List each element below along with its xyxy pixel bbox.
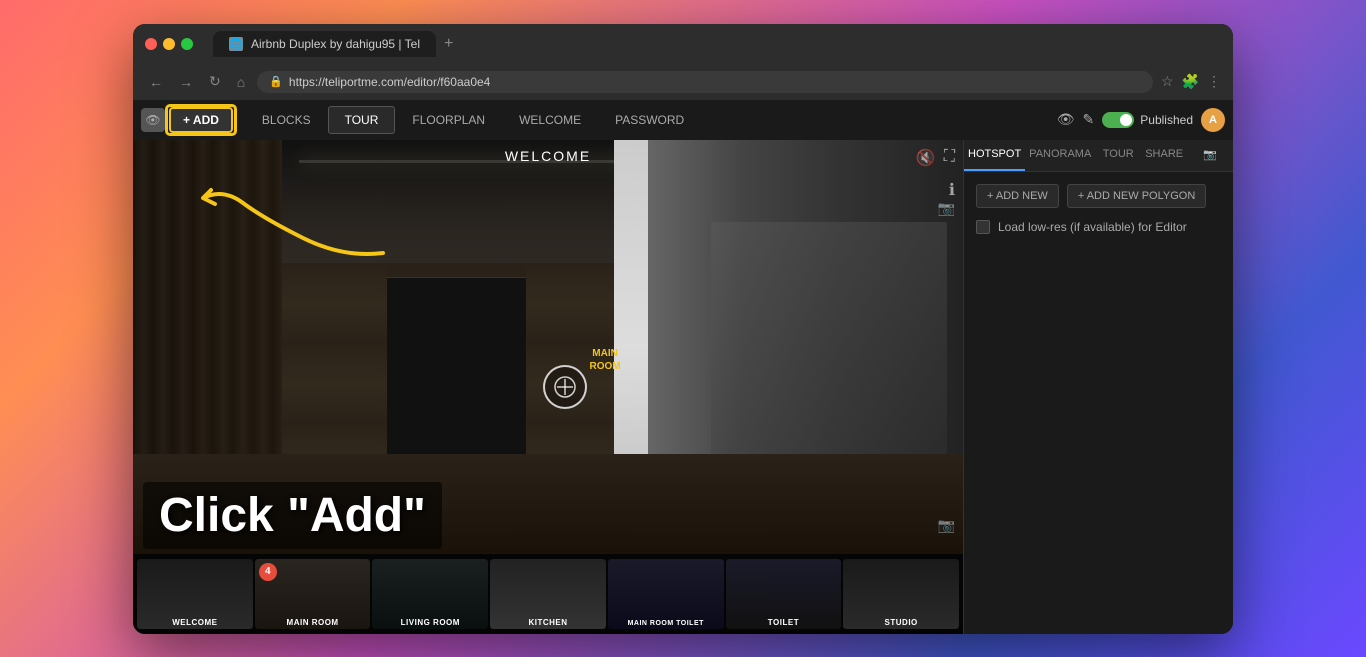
room-scene: WELCOME 🔇 ⛶ ℹ 📷 xyxy=(133,140,963,634)
sp-tab-camera[interactable]: 📷 xyxy=(1187,140,1233,171)
thumb-main-room[interactable]: 4 MAIN ROOM xyxy=(255,559,371,629)
thumb-kitchen[interactable]: KITCHEN xyxy=(490,559,606,629)
thumb-welcome-label: WELCOME xyxy=(137,618,253,627)
thumb-toilet-label: TOILET xyxy=(726,618,842,627)
url-text: https://teliportme.com/editor/f60aa0e4 xyxy=(289,75,490,89)
tab-bar: 🌐 Airbnb Duplex by dahigu95 | Tel + xyxy=(213,31,1221,57)
published-label: Published xyxy=(1140,113,1193,127)
published-toggle[interactable]: Published xyxy=(1102,112,1193,128)
right-toolbar: 👁 ✎ Published A xyxy=(1057,108,1225,132)
nav-tabs: BLOCKS TOUR FLOORPLAN WELCOME PASSWORD xyxy=(245,106,1053,134)
url-bar[interactable]: 🔒 https://teliportme.com/editor/f60aa0e4 xyxy=(257,71,1153,93)
menu-icon[interactable]: ⋮ xyxy=(1207,73,1221,90)
navigation-hotspot[interactable] xyxy=(543,365,587,409)
main-room-text: MAINROOM xyxy=(590,348,621,372)
home-button[interactable]: ⌂ xyxy=(233,72,249,92)
traffic-lights xyxy=(145,38,193,50)
add-button-wrapper: + ADD xyxy=(169,107,233,133)
logo-icon: 👁 xyxy=(145,113,160,127)
app-logo: 👁 xyxy=(141,108,165,132)
sp-tab-tour[interactable]: TOUR xyxy=(1095,140,1141,171)
load-low-res-option: Load low-res (if available) for Editor xyxy=(976,220,1221,234)
view-icons: 🔇 ⛶ xyxy=(916,148,955,168)
maximize-button[interactable] xyxy=(181,38,193,50)
tab-title: Airbnb Duplex by dahigu95 | Tel xyxy=(251,37,420,51)
title-bar: 🌐 Airbnb Duplex by dahigu95 | Tel + xyxy=(133,24,1233,64)
browser-window: 🌐 Airbnb Duplex by dahigu95 | Tel + ← → … xyxy=(133,24,1233,634)
reload-button[interactable]: ↻ xyxy=(205,71,225,92)
toggle-switch[interactable] xyxy=(1102,112,1134,128)
eye-icon[interactable]: 👁 xyxy=(1057,111,1075,128)
tab-welcome[interactable]: WELCOME xyxy=(502,106,598,134)
thumb-badge: 4 xyxy=(259,563,277,581)
close-button[interactable] xyxy=(145,38,157,50)
tab-password[interactable]: PASSWORD xyxy=(598,106,701,134)
sp-actions: + ADD NEW + ADD NEW POLYGON xyxy=(976,184,1221,208)
app-toolbar: 👁 + ADD BLOCKS TOUR FLOORPLAN WELCOME PA… xyxy=(133,100,1233,140)
user-avatar[interactable]: A xyxy=(1201,108,1225,132)
thumb-toilet[interactable]: TOILET xyxy=(726,559,842,629)
welcome-label: WELCOME xyxy=(505,148,591,164)
address-bar: ← → ↻ ⌂ 🔒 https://teliportme.com/editor/… xyxy=(133,64,1233,100)
side-panel: HOTSPOT PANORAMA TOUR SHARE 📷 + ADD NEW … xyxy=(963,140,1233,634)
sp-tab-panorama[interactable]: PANORAMA xyxy=(1025,140,1095,171)
sp-tab-hotspot[interactable]: HOTSPOT xyxy=(964,140,1025,171)
thumb-kitchen-label: KITCHEN xyxy=(490,618,606,627)
lock-icon: 🔒 xyxy=(269,75,283,88)
new-tab-button[interactable]: + xyxy=(444,35,453,53)
info-icon[interactable]: ℹ xyxy=(949,180,955,200)
address-actions: ☆ 🧩 ⋮ xyxy=(1161,73,1221,90)
add-polygon-button[interactable]: + ADD NEW POLYGON xyxy=(1067,184,1206,208)
thumbnail-strip: WELCOME 4 MAIN ROOM LIVING ROOM KITCHEN xyxy=(133,554,963,634)
load-low-res-checkbox[interactable] xyxy=(976,220,990,234)
load-low-res-label: Load low-res (if available) for Editor xyxy=(998,220,1187,234)
add-button[interactable]: + ADD xyxy=(169,107,233,133)
forward-button[interactable]: → xyxy=(175,72,197,92)
side-panel-tabs: HOTSPOT PANORAMA TOUR SHARE 📷 xyxy=(964,140,1233,172)
edit-icon[interactable]: ✎ xyxy=(1083,111,1095,128)
thumb-livingroom-label: LIVING ROOM xyxy=(372,618,488,627)
main-room-label: MAINROOM xyxy=(590,347,621,373)
main-content: WELCOME 🔇 ⛶ ℹ 📷 xyxy=(133,140,1233,634)
fullscreen-icon[interactable]: ⛶ xyxy=(944,148,955,168)
extension-icon[interactable]: 🧩 xyxy=(1182,73,1199,90)
thumb-main-room-toilet[interactable]: MAIN ROOM TOILET xyxy=(608,559,724,629)
thumb-studio-label: STUDIO xyxy=(843,618,959,627)
camera-icon[interactable]: 📷 xyxy=(938,200,955,217)
tab-tour[interactable]: TOUR xyxy=(328,106,396,134)
thumb-mrtl-bg xyxy=(608,559,724,629)
sp-tab-share[interactable]: SHARE xyxy=(1141,140,1187,171)
floor xyxy=(133,454,963,554)
thumb-mrtl-label: MAIN ROOM TOILET xyxy=(608,620,724,627)
thumb-living-room[interactable]: LIVING ROOM xyxy=(372,559,488,629)
tab-floorplan[interactable]: FLOORPLAN xyxy=(395,106,502,134)
side-panel-content: + ADD NEW + ADD NEW POLYGON Load low-res… xyxy=(964,172,1233,634)
tab-favicon: 🌐 xyxy=(229,37,243,51)
mute-icon[interactable]: 🔇 xyxy=(916,148,936,168)
back-button[interactable]: ← xyxy=(145,72,167,92)
hotspot-icon xyxy=(553,375,577,399)
thumb-studio[interactable]: STUDIO xyxy=(843,559,959,629)
add-new-button[interactable]: + ADD NEW xyxy=(976,184,1059,208)
thumb-mainroom-label: MAIN ROOM xyxy=(255,618,371,627)
editor-area[interactable]: WELCOME 🔇 ⛶ ℹ 📷 xyxy=(133,140,963,634)
tab-blocks[interactable]: BLOCKS xyxy=(245,106,328,134)
star-icon[interactable]: ☆ xyxy=(1161,73,1174,90)
bottom-camera-icon[interactable]: 📷 xyxy=(938,517,955,534)
thumb-welcome[interactable]: WELCOME xyxy=(137,559,253,629)
browser-tab[interactable]: 🌐 Airbnb Duplex by dahigu95 | Tel xyxy=(213,31,436,57)
minimize-button[interactable] xyxy=(163,38,175,50)
